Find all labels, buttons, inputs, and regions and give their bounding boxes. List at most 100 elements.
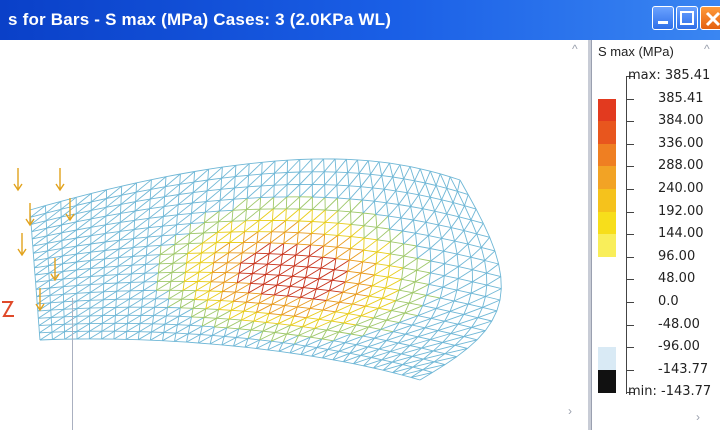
mesh-bar (324, 197, 338, 211)
mesh-bar (262, 330, 275, 333)
mesh-bar (209, 281, 225, 292)
legend-color-band (598, 279, 616, 303)
mesh-bar (32, 246, 34, 254)
mesh-bar (371, 274, 375, 286)
mesh-bar (360, 186, 373, 189)
legend-scroll-down-icon[interactable]: › (696, 410, 700, 424)
legend-value-label: 384.00 (658, 113, 704, 129)
mesh-bar (89, 307, 104, 317)
mesh-bar (209, 290, 223, 292)
mesh-bar (180, 307, 194, 309)
mesh-bar (260, 174, 263, 186)
mesh-bar (239, 272, 253, 275)
mesh-bar (155, 290, 158, 299)
mesh-bar (323, 158, 336, 173)
mesh-bar (375, 251, 378, 264)
mesh-bar (428, 235, 442, 239)
mesh-bar (271, 220, 273, 232)
scroll-down-icon[interactable]: › (568, 404, 572, 418)
mesh-bar (350, 225, 365, 237)
mesh-bar (350, 333, 363, 337)
mesh-bar (248, 161, 263, 176)
mesh-bar (335, 247, 338, 259)
mesh-bar (369, 295, 383, 299)
mesh-bar (261, 284, 278, 295)
mesh-bar (231, 209, 247, 222)
mesh-bar (139, 315, 142, 324)
mesh-bar (311, 355, 323, 359)
mesh-bar (180, 299, 195, 309)
mesh-bar (454, 300, 469, 305)
legend-tick (626, 324, 634, 326)
mesh-bar (486, 272, 501, 278)
mesh-bar (386, 202, 399, 205)
mesh-bar (389, 162, 394, 178)
mesh-bar (270, 242, 284, 244)
mesh-bar (220, 176, 236, 190)
mesh-bar (246, 301, 260, 304)
mesh-bar (205, 190, 208, 202)
mesh-bar (234, 163, 250, 177)
mesh-bar (324, 171, 337, 186)
mesh-bar (429, 185, 437, 198)
mesh-bar (195, 281, 212, 291)
mesh-bar (182, 281, 198, 291)
mesh-bar (403, 243, 417, 247)
mesh-bar (113, 323, 116, 332)
mesh-bar (132, 247, 134, 257)
mesh-bar (271, 220, 286, 233)
mesh-bar (458, 216, 465, 231)
mesh-bar (181, 290, 197, 300)
close-button[interactable] (700, 6, 720, 30)
mesh-bar (346, 158, 358, 161)
mesh-bar (412, 219, 416, 234)
mesh-bar (103, 290, 117, 293)
mesh-bar (403, 245, 418, 257)
mesh-bar (162, 332, 165, 341)
mesh-bar (285, 208, 287, 221)
mesh-bar (350, 237, 365, 249)
support-arrow-icon (17, 233, 27, 257)
mesh-bar (129, 282, 132, 291)
mesh-bar (378, 161, 383, 176)
mesh-bar (436, 308, 451, 312)
mesh-bar (430, 263, 445, 274)
mesh-bar (179, 173, 181, 185)
mesh-bar (128, 298, 143, 308)
mesh-bar (402, 230, 416, 234)
mesh-bar (419, 168, 426, 184)
mesh-bar (430, 250, 444, 262)
minimize-button[interactable] (652, 6, 674, 30)
mesh-bar (207, 169, 210, 181)
mesh-bar (289, 285, 304, 289)
mesh-bar (363, 212, 376, 215)
mesh-bar (310, 307, 323, 311)
title-bar[interactable]: s for Bars - S max (MPa) Cases: 3 (2.0KP… (0, 0, 720, 40)
mesh-bar (434, 210, 447, 215)
mesh-bar (402, 230, 405, 244)
model-viewport[interactable]: ^ › (0, 40, 588, 430)
mesh-bar (441, 237, 455, 242)
mesh-bar (443, 240, 455, 252)
mesh-bar (470, 256, 485, 261)
scroll-up-icon[interactable]: ^ (572, 42, 578, 56)
mesh-bar (189, 324, 203, 327)
mesh-bar (438, 224, 452, 229)
mesh-bar (260, 172, 275, 187)
mesh-bar (211, 262, 215, 273)
mesh-bar (456, 278, 459, 291)
mesh-bar (444, 253, 458, 265)
mesh-bar (303, 287, 317, 290)
mesh-bar (213, 252, 216, 263)
mesh-bar (457, 253, 471, 258)
legend-tick (626, 302, 634, 303)
mesh-bar (441, 227, 452, 239)
mesh-bar (467, 244, 472, 258)
mesh-bar (287, 295, 301, 298)
maximize-button[interactable] (676, 6, 698, 30)
stress-mesh-view[interactable] (0, 40, 588, 430)
mesh-bar (273, 172, 288, 186)
mesh-bar (324, 222, 326, 235)
mesh-bar (255, 252, 270, 255)
legend-scroll-up-icon[interactable]: ^ (704, 42, 710, 56)
